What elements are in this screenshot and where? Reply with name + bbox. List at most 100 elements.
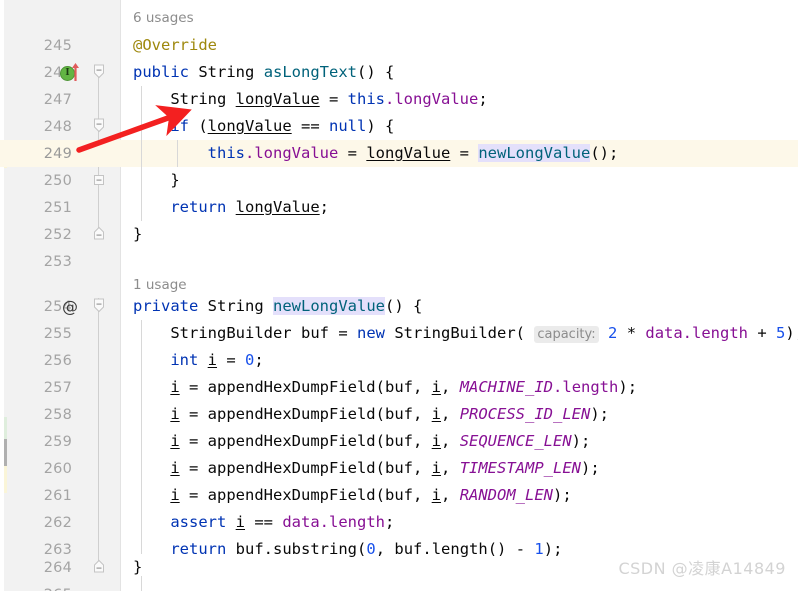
keyword-if: if [170, 117, 189, 135]
code-row-247[interactable]: 247 String longValue = this.longValue; [0, 86, 798, 113]
inlay-hint-capacity[interactable]: capacity: [534, 325, 599, 343]
inlay-row-usages: 6 usages [0, 5, 798, 32]
keyword-private: private [133, 297, 199, 315]
static-field-MACHINE_ID: MACHINE_ID [459, 378, 554, 396]
number-zero: 0 [245, 351, 255, 369]
local-var-longValue: longValue [235, 198, 320, 216]
var-buf: buf [385, 459, 413, 477]
fold-marker-250[interactable] [92, 167, 106, 194]
field-data-length: data.length [282, 513, 385, 531]
override-arrow-icon[interactable] [71, 62, 80, 86]
line-number-255[interactable]: 255 [0, 326, 72, 342]
code-row-250[interactable]: 250 } [0, 167, 798, 194]
code-row-257[interactable]: 257 i = appendHexDumpField(buf, i, MACHI… [0, 374, 798, 401]
method-appendHexDumpField: appendHexDumpField [207, 486, 376, 504]
code-row-258[interactable]: 258 i = appendHexDumpField(buf, i, PROCE… [0, 401, 798, 428]
constructor-stringbuilder: StringBuilder [394, 323, 516, 342]
line-number-251[interactable]: 251 [0, 200, 72, 216]
code-row-256[interactable]: 256 int i = 0; [0, 347, 798, 374]
local-var-i: i [235, 513, 246, 531]
usages-hint-6[interactable]: 6 usages [133, 5, 194, 32]
line-number-245[interactable]: 245 [0, 38, 72, 54]
method-appendHexDumpField: appendHexDumpField [207, 432, 376, 450]
keyword-assert: assert [170, 513, 227, 531]
number-two: 2 [608, 323, 618, 342]
line-number-261[interactable]: 261 [0, 488, 72, 504]
type-string: String [170, 90, 227, 108]
code-row-252[interactable]: 252 } [0, 221, 798, 248]
indent-guide [177, 140, 178, 167]
line-number-250[interactable]: 250 [0, 173, 72, 189]
line-number-264[interactable]: 264 [0, 560, 72, 576]
var-buf: buf [385, 378, 413, 396]
line-number-248[interactable]: 248 [0, 119, 72, 135]
code-row-259[interactable]: 259 i = appendHexDumpField(buf, i, SEQUE… [0, 428, 798, 455]
line-number-259[interactable]: 259 [0, 434, 72, 450]
keyword-return: return [170, 198, 227, 216]
code-row-255[interactable]: 255 StringBuilder buf = new StringBuilde… [0, 320, 798, 347]
type-string: String [198, 63, 255, 81]
line-number-253[interactable]: 253 [0, 254, 72, 270]
field-longValue: longValue [394, 90, 479, 108]
line-number-258[interactable]: 258 [0, 407, 72, 423]
code-row-245[interactable]: 245 @Override [0, 32, 798, 59]
csdn-watermark: CSDN @凌康A14849 [618, 559, 786, 578]
fold-marker-246[interactable] [92, 59, 106, 86]
code-row-253[interactable]: 253 [0, 248, 798, 275]
local-var-i: i [170, 405, 180, 423]
keyword-new: new [357, 323, 385, 342]
local-var-i: i [170, 486, 180, 504]
var-buf: buf [385, 432, 413, 450]
code-row-251[interactable]: 251 return longValue; [0, 194, 798, 221]
keyword-public: public [133, 63, 189, 81]
code-row-249[interactable]: 249 this.longValue = longValue = newLong… [0, 140, 798, 167]
line-number-252[interactable]: 252 [0, 227, 72, 243]
line-number-249[interactable]: 249 [0, 146, 72, 162]
code-editor[interactable]: 6 usages 245 @Override 246 I public Stri… [0, 0, 798, 591]
indent-guide [141, 86, 142, 221]
local-var-i: i [170, 432, 180, 450]
code-row-261[interactable]: 261 i = appendHexDumpField(buf, i, RANDO… [0, 482, 798, 509]
line-number-257[interactable]: 257 [0, 380, 72, 396]
indent-guide [141, 576, 142, 591]
field-length: length [562, 378, 619, 396]
code-row-248[interactable]: 248 if (longValue == null) { [0, 113, 798, 140]
fold-marker-254[interactable] [92, 293, 106, 320]
static-field-SEQUENCE_LEN: SEQUENCE_LEN [459, 432, 572, 450]
local-var-longValue: longValue [235, 90, 320, 108]
annotation-marker-icon[interactable]: @ [58, 293, 82, 320]
local-var-i: i [431, 378, 442, 396]
static-field-TIMESTAMP_LEN: TIMESTAMP_LEN [459, 459, 582, 477]
keyword-int: int [170, 351, 199, 369]
field-data-length: data.length [645, 323, 749, 342]
method-newLongValue-usage: newLongValue [478, 144, 591, 162]
line-number-265[interactable]: 265 [0, 587, 72, 591]
line-number-260[interactable]: 260 [0, 461, 72, 477]
gutter-icon-group-254[interactable]: @ [58, 293, 94, 320]
method-asLongText: asLongText [263, 63, 358, 81]
local-var-i: i [207, 351, 218, 369]
fold-marker-264[interactable] [92, 554, 106, 581]
fold-marker-248[interactable] [92, 113, 106, 140]
line-number-262[interactable]: 262 [0, 515, 72, 531]
type-stringbuilder: StringBuilder [170, 323, 292, 342]
method-appendHexDumpField: appendHexDumpField [207, 459, 376, 477]
line-number-247[interactable]: 247 [0, 92, 72, 108]
code-row-246[interactable]: 246 I public String asLongText() { [0, 59, 798, 86]
code-row-265[interactable]: 265 [0, 581, 798, 591]
static-field-PROCESS_ID_LEN: PROCESS_ID_LEN [459, 405, 591, 423]
code-row-262[interactable]: 262 assert i == data.length; [0, 509, 798, 536]
type-string: String [207, 297, 264, 315]
indent-guide [141, 320, 142, 554]
gutter-icon-group-246[interactable]: I [58, 59, 94, 86]
annotation-override: @Override [133, 36, 217, 54]
code-row-260[interactable]: 260 i = appendHexDumpField(buf, i, TIMES… [0, 455, 798, 482]
static-field-RANDOM_LEN: RANDOM_LEN [459, 486, 554, 504]
local-var-i: i [431, 459, 442, 477]
line-number-256[interactable]: 256 [0, 353, 72, 369]
local-var-i: i [431, 405, 442, 423]
local-var-i: i [431, 486, 442, 504]
method-newLongValue-declaration: newLongValue [273, 297, 385, 315]
fold-marker-252[interactable] [92, 221, 106, 248]
code-row-254[interactable]: 254 @ private String newLongValue() { [0, 293, 798, 320]
